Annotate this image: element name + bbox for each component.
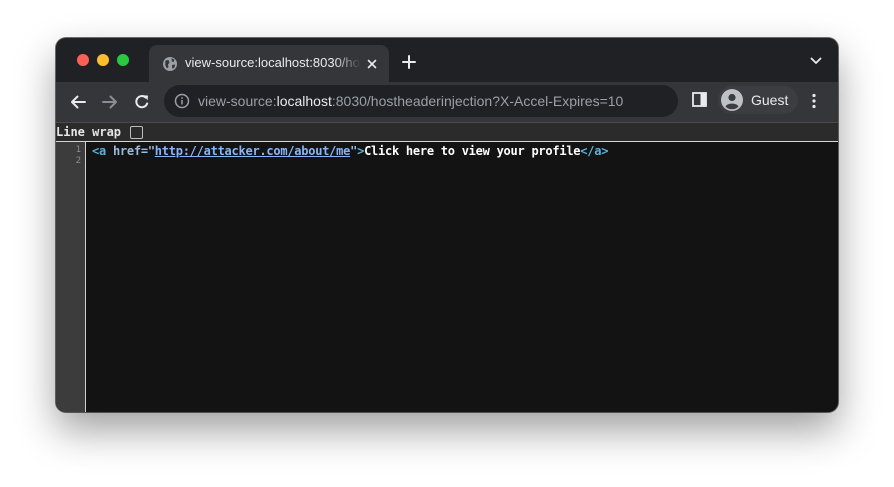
line-wrap-bar: Line wrap bbox=[56, 122, 838, 142]
line-wrap-checkbox[interactable] bbox=[130, 126, 143, 139]
back-arrow-icon[interactable] bbox=[68, 92, 88, 112]
tag-open: <a bbox=[92, 144, 113, 158]
url-scheme: view-source: bbox=[198, 93, 277, 109]
avatar-icon bbox=[721, 89, 743, 111]
line-number-1: 1 bbox=[75, 145, 81, 155]
info-icon[interactable] bbox=[174, 93, 190, 109]
anchor-text: Click here to view your profile bbox=[364, 144, 581, 158]
line-wrap-label: Line wrap bbox=[56, 125, 122, 139]
tab-active[interactable]: view-source:localhost:8030/hostheaderinj… bbox=[149, 45, 389, 82]
address-bar[interactable]: view-source:localhost:8030/hostheaderinj… bbox=[164, 85, 678, 117]
attribute-name: href bbox=[112, 144, 141, 158]
line-number-2: 2 bbox=[75, 156, 81, 166]
href-link[interactable]: http://attacker.com/about/me bbox=[155, 144, 351, 158]
toolbar: view-source:localhost:8030/hostheaderinj… bbox=[56, 82, 838, 122]
kebab-menu-icon[interactable] bbox=[810, 93, 818, 109]
chevron-down-icon[interactable] bbox=[810, 57, 822, 65]
maximize-window-button[interactable] bbox=[117, 54, 129, 66]
tab-strip: view-source:localhost:8030/hostheaderinj… bbox=[56, 38, 838, 82]
profile-button[interactable]: Guest bbox=[718, 86, 798, 114]
page-content: Line wrap 1 2 <a href="http://attacker.c… bbox=[56, 122, 838, 412]
close-icon[interactable] bbox=[365, 57, 379, 71]
forward-arrow-icon[interactable] bbox=[100, 92, 120, 112]
reload-icon[interactable] bbox=[132, 92, 152, 112]
tab-title: view-source:localhost:8030/hostheaderinj… bbox=[185, 55, 361, 70]
side-panel-icon[interactable] bbox=[692, 92, 707, 107]
browser-window: view-source:localhost:8030/hostheaderinj… bbox=[56, 38, 838, 412]
url-text: view-source:localhost:8030/hostheaderinj… bbox=[198, 93, 623, 109]
minimize-window-button[interactable] bbox=[97, 54, 109, 66]
plus-icon[interactable] bbox=[402, 55, 416, 69]
url-path: :8030/hostheaderinjection?X-Accel-Expire… bbox=[331, 93, 624, 109]
tag-close: </a> bbox=[580, 144, 609, 158]
url-host: localhost bbox=[276, 93, 332, 109]
source-line-1: <a href="http://attacker.com/about/me">C… bbox=[92, 144, 608, 158]
tag-open-end: > bbox=[357, 144, 365, 158]
close-window-button[interactable] bbox=[77, 54, 89, 66]
line-number-gutter: 1 2 bbox=[56, 142, 86, 412]
globe-icon bbox=[163, 57, 177, 71]
attribute-equals: =" bbox=[140, 144, 155, 158]
profile-label: Guest bbox=[751, 92, 789, 108]
